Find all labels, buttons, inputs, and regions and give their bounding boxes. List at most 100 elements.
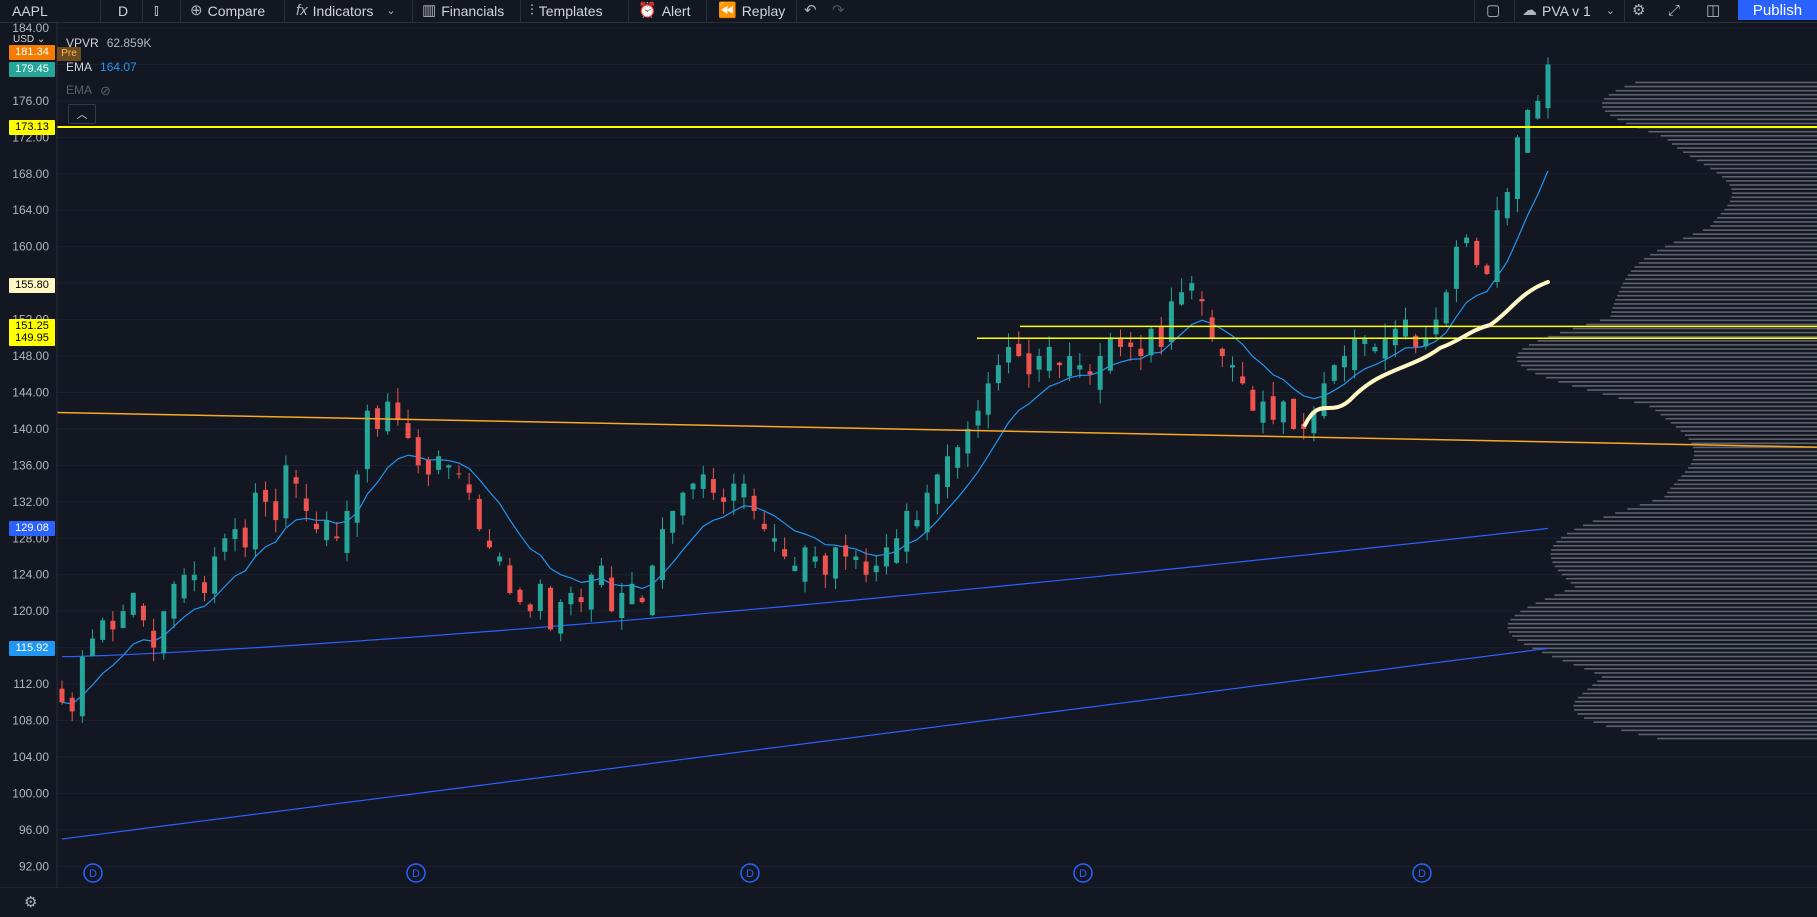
candle-body (1331, 365, 1337, 381)
candle-body (1056, 362, 1062, 366)
volume-bar (1638, 733, 1817, 736)
volume-bar (1665, 417, 1817, 420)
candles-icon: ⫾ (154, 2, 159, 19)
indicators-button[interactable]: fx Indicators ⌄ (296, 0, 396, 22)
volume-bar (1726, 180, 1817, 182)
trend-line (56, 411, 1817, 448)
snapshot-button[interactable]: ◫ (1706, 0, 1720, 22)
replay-button[interactable]: ⏪ Replay (718, 0, 785, 22)
interval-button[interactable]: D (118, 0, 128, 22)
templates-button[interactable]: ⫶ Templates (530, 0, 603, 22)
volume-bar (1621, 729, 1817, 732)
premarket-badge: Pre (57, 47, 81, 61)
candle-body (181, 574, 187, 599)
volume-bar (1670, 487, 1817, 490)
candle-body (965, 428, 971, 454)
volume-bar (1688, 467, 1817, 469)
volume-bar (1602, 106, 1817, 108)
currency-selector[interactable]: USD ⌄ (13, 34, 45, 45)
volume-bar (1622, 282, 1817, 285)
candle-body (751, 495, 757, 511)
eye-hidden-icon[interactable]: ⊘ (100, 83, 111, 99)
candle-body (1240, 376, 1246, 384)
candle-body (649, 565, 655, 616)
volume-bar (1652, 499, 1817, 502)
volume-bar (1617, 294, 1817, 297)
candle-body (405, 423, 411, 439)
volume-bar (1572, 327, 1817, 330)
price-tag: 115.92 (9, 641, 55, 657)
publish-label: Publish (1752, 1, 1803, 19)
candle-body (1352, 337, 1358, 371)
candle-body (201, 582, 207, 593)
candle-body (1341, 356, 1347, 368)
candle-body (263, 489, 269, 502)
legend-ema-fast[interactable]: EMA 164.07 (66, 60, 137, 74)
trend-lines[interactable] (56, 126, 1817, 448)
volume-bar (1574, 586, 1817, 588)
compare-button[interactable]: ⊕ Compare (190, 0, 265, 22)
volume-bar (1592, 520, 1817, 523)
legend-ema-slow[interactable]: EMA ⊘ (66, 83, 111, 99)
collapse-legend-button[interactable]: ︿ (68, 104, 96, 124)
volume-bar (1727, 204, 1817, 207)
price-chart[interactable]: 184.00176.00172.00168.00164.00160.00152.… (0, 0, 1817, 917)
candle-body (1118, 337, 1124, 347)
candle-body (1219, 348, 1225, 357)
settings-button[interactable]: ⚙ (1632, 0, 1645, 22)
fullscreen-button[interactable]: ⤢ (1668, 0, 1680, 22)
candle-body (680, 492, 686, 516)
alert-button[interactable]: ⏰ Alert (638, 0, 690, 22)
volume-profile (1507, 81, 1817, 740)
volume-bar (1630, 270, 1817, 272)
candle-body (1209, 317, 1215, 338)
volume-bar (1518, 352, 1817, 354)
price-axis[interactable]: 184.00176.00172.00168.00164.00160.00152.… (0, 21, 58, 888)
volume-bar (1545, 376, 1817, 379)
candle-body (1189, 283, 1195, 291)
candle-body (69, 697, 75, 712)
layout-square-button[interactable]: ▢ (1486, 0, 1500, 22)
candle-body (1535, 100, 1541, 119)
financials-button[interactable]: ▥ Financials (422, 0, 504, 22)
volume-bar (1615, 512, 1817, 514)
symbol-search[interactable]: AAPL (12, 0, 48, 22)
volume-bar (1557, 569, 1817, 572)
volume-bar (1667, 139, 1817, 141)
volume-bar (1650, 253, 1817, 256)
candle-body (843, 545, 849, 557)
candle-body (1097, 356, 1103, 390)
volume-bar (1526, 368, 1817, 371)
premarket-label: Pre (61, 48, 77, 59)
price-tag: 179.45 (9, 62, 55, 78)
volume-bar (1608, 93, 1817, 96)
candle-body (1494, 210, 1500, 282)
chart-type-button[interactable]: ⫾ (154, 0, 159, 22)
candle-body (1270, 396, 1276, 420)
square-icon: ▢ (1486, 2, 1501, 19)
price-tick-label: 160.00 (12, 240, 49, 254)
volume-bar (1572, 385, 1817, 387)
volume-bar (1692, 233, 1817, 235)
volume-bar (1602, 393, 1817, 395)
volume-bar (1556, 540, 1817, 543)
price-tick-label: 184.00 (12, 21, 49, 35)
price-tick-label: 120.00 (12, 604, 49, 618)
candle-body (1026, 353, 1032, 375)
candle-body (507, 565, 513, 593)
axis-settings-button[interactable]: ⚙ (24, 893, 37, 911)
price-tick-label: 164.00 (12, 203, 49, 217)
volume-bar (1690, 463, 1817, 465)
volume-bar (1703, 163, 1817, 166)
volume-bar (1587, 688, 1817, 691)
volume-bar (1565, 577, 1817, 580)
gear-icon: ⚙ (24, 894, 38, 911)
volume-bar (1520, 610, 1817, 613)
redo-button[interactable]: ↷ (832, 0, 845, 22)
layout-button[interactable]: ☁ PVA v 1 ⌄ (1522, 0, 1615, 22)
publish-button[interactable]: Publish (1738, 0, 1817, 20)
volume-bar (1717, 216, 1817, 219)
price-tag: 181.34 (9, 45, 55, 61)
dividend-marker-label: D (746, 868, 754, 880)
undo-button[interactable]: ↶ (804, 0, 817, 22)
